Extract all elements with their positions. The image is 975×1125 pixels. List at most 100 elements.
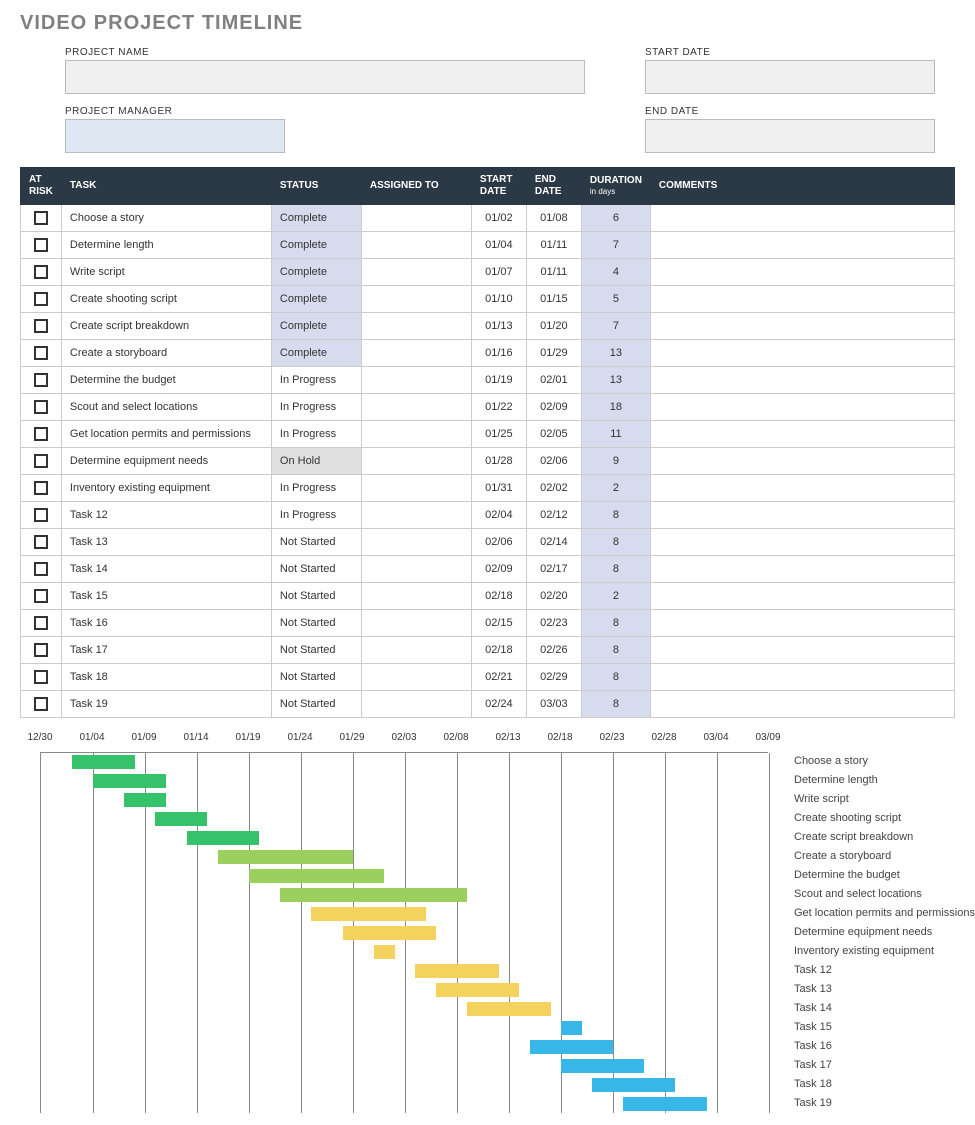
start-date-cell[interactable]: 02/06: [471, 529, 526, 556]
end-date-cell[interactable]: 02/26: [526, 637, 581, 664]
comments-cell[interactable]: [650, 205, 954, 232]
end-date-cell[interactable]: 02/02: [526, 475, 581, 502]
task-name[interactable]: Task 17: [61, 637, 271, 664]
task-name[interactable]: Create script breakdown: [61, 313, 271, 340]
status-cell[interactable]: On Hold: [271, 448, 361, 475]
end-date-cell[interactable]: 02/20: [526, 583, 581, 610]
start-date-cell[interactable]: 01/16: [471, 340, 526, 367]
start-date-input[interactable]: [645, 60, 935, 94]
comments-cell[interactable]: [650, 502, 954, 529]
assigned-cell[interactable]: [361, 259, 471, 286]
risk-checkbox[interactable]: [34, 319, 48, 333]
status-cell[interactable]: In Progress: [271, 475, 361, 502]
task-name[interactable]: Get location permits and permissions: [61, 421, 271, 448]
comments-cell[interactable]: [650, 340, 954, 367]
assigned-cell[interactable]: [361, 205, 471, 232]
risk-checkbox[interactable]: [34, 535, 48, 549]
status-cell[interactable]: Not Started: [271, 610, 361, 637]
end-date-cell[interactable]: 01/11: [526, 259, 581, 286]
end-date-cell[interactable]: 02/06: [526, 448, 581, 475]
risk-checkbox[interactable]: [34, 616, 48, 630]
assigned-cell[interactable]: [361, 529, 471, 556]
risk-checkbox[interactable]: [34, 481, 48, 495]
start-date-cell[interactable]: 01/13: [471, 313, 526, 340]
risk-checkbox[interactable]: [34, 427, 48, 441]
task-name[interactable]: Create shooting script: [61, 286, 271, 313]
project-manager-input[interactable]: [65, 119, 285, 153]
start-date-cell[interactable]: 02/21: [471, 664, 526, 691]
comments-cell[interactable]: [650, 448, 954, 475]
status-cell[interactable]: Not Started: [271, 664, 361, 691]
risk-checkbox[interactable]: [34, 400, 48, 414]
task-name[interactable]: Task 19: [61, 691, 271, 718]
assigned-cell[interactable]: [361, 286, 471, 313]
status-cell[interactable]: Complete: [271, 340, 361, 367]
task-name[interactable]: Create a storyboard: [61, 340, 271, 367]
task-name[interactable]: Task 15: [61, 583, 271, 610]
start-date-cell[interactable]: 02/04: [471, 502, 526, 529]
risk-checkbox[interactable]: [34, 292, 48, 306]
start-date-cell[interactable]: 02/09: [471, 556, 526, 583]
comments-cell[interactable]: [650, 529, 954, 556]
start-date-cell[interactable]: 01/07: [471, 259, 526, 286]
assigned-cell[interactable]: [361, 664, 471, 691]
assigned-cell[interactable]: [361, 394, 471, 421]
end-date-cell[interactable]: 01/08: [526, 205, 581, 232]
comments-cell[interactable]: [650, 421, 954, 448]
comments-cell[interactable]: [650, 691, 954, 718]
comments-cell[interactable]: [650, 313, 954, 340]
end-date-cell[interactable]: 01/11: [526, 232, 581, 259]
status-cell[interactable]: In Progress: [271, 394, 361, 421]
assigned-cell[interactable]: [361, 610, 471, 637]
risk-checkbox[interactable]: [34, 562, 48, 576]
assigned-cell[interactable]: [361, 448, 471, 475]
assigned-cell[interactable]: [361, 313, 471, 340]
start-date-cell[interactable]: 01/19: [471, 367, 526, 394]
assigned-cell[interactable]: [361, 421, 471, 448]
end-date-cell[interactable]: 03/03: [526, 691, 581, 718]
assigned-cell[interactable]: [361, 691, 471, 718]
start-date-cell[interactable]: 02/24: [471, 691, 526, 718]
start-date-cell[interactable]: 01/31: [471, 475, 526, 502]
end-date-cell[interactable]: 02/29: [526, 664, 581, 691]
task-name[interactable]: Determine the budget: [61, 367, 271, 394]
task-name[interactable]: Determine equipment needs: [61, 448, 271, 475]
status-cell[interactable]: In Progress: [271, 367, 361, 394]
start-date-cell[interactable]: 01/04: [471, 232, 526, 259]
risk-checkbox[interactable]: [34, 589, 48, 603]
comments-cell[interactable]: [650, 583, 954, 610]
comments-cell[interactable]: [650, 232, 954, 259]
status-cell[interactable]: Complete: [271, 205, 361, 232]
comments-cell[interactable]: [650, 394, 954, 421]
task-name[interactable]: Determine length: [61, 232, 271, 259]
status-cell[interactable]: Complete: [271, 259, 361, 286]
end-date-cell[interactable]: 02/14: [526, 529, 581, 556]
status-cell[interactable]: Complete: [271, 286, 361, 313]
start-date-cell[interactable]: 01/28: [471, 448, 526, 475]
start-date-cell[interactable]: 02/18: [471, 637, 526, 664]
end-date-input[interactable]: [645, 119, 935, 153]
status-cell[interactable]: Not Started: [271, 637, 361, 664]
risk-checkbox[interactable]: [34, 238, 48, 252]
assigned-cell[interactable]: [361, 556, 471, 583]
comments-cell[interactable]: [650, 610, 954, 637]
task-name[interactable]: Task 14: [61, 556, 271, 583]
start-date-cell[interactable]: 02/18: [471, 583, 526, 610]
risk-checkbox[interactable]: [34, 670, 48, 684]
start-date-cell[interactable]: 01/25: [471, 421, 526, 448]
start-date-cell[interactable]: 01/10: [471, 286, 526, 313]
task-name[interactable]: Task 18: [61, 664, 271, 691]
comments-cell[interactable]: [650, 637, 954, 664]
comments-cell[interactable]: [650, 259, 954, 286]
task-name[interactable]: Choose a story: [61, 205, 271, 232]
end-date-cell[interactable]: 02/05: [526, 421, 581, 448]
end-date-cell[interactable]: 02/01: [526, 367, 581, 394]
risk-checkbox[interactable]: [34, 697, 48, 711]
status-cell[interactable]: In Progress: [271, 502, 361, 529]
assigned-cell[interactable]: [361, 475, 471, 502]
end-date-cell[interactable]: 02/12: [526, 502, 581, 529]
task-name[interactable]: Task 13: [61, 529, 271, 556]
task-name[interactable]: Task 12: [61, 502, 271, 529]
comments-cell[interactable]: [650, 367, 954, 394]
risk-checkbox[interactable]: [34, 643, 48, 657]
